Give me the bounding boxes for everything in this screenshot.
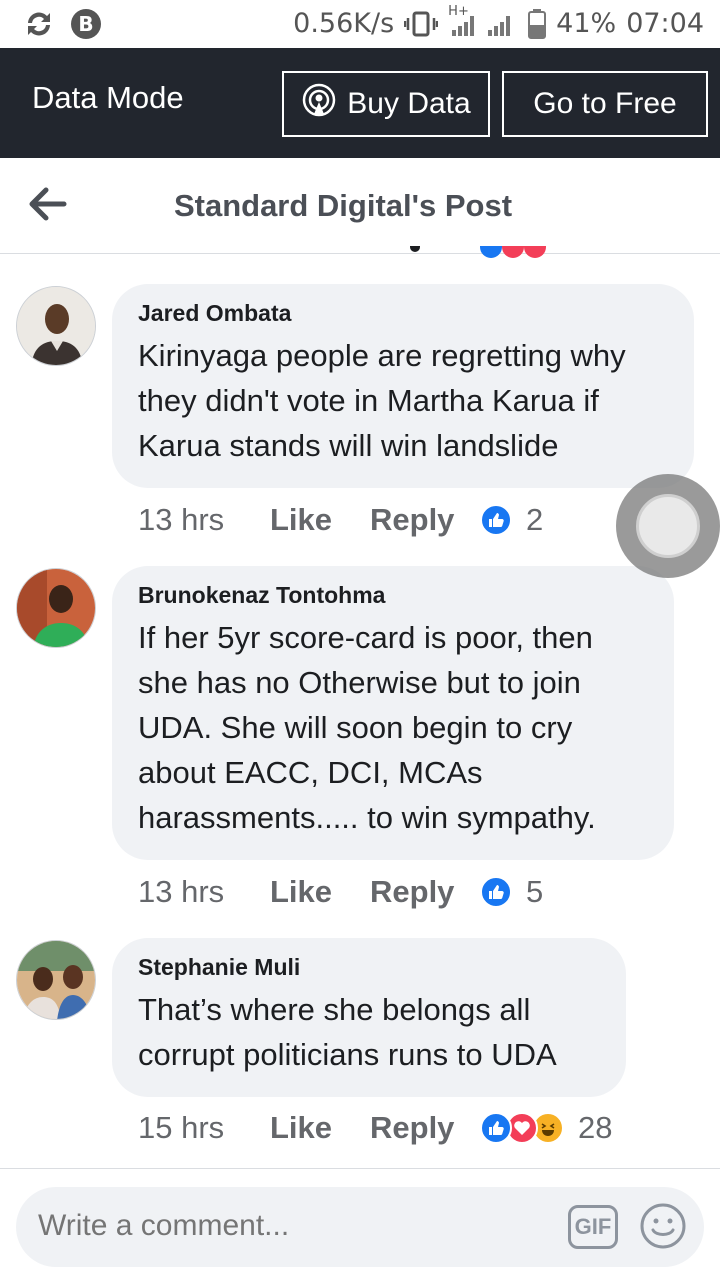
comment-input[interactable] (38, 1209, 538, 1243)
battery-level: 41% (556, 8, 617, 39)
reactions[interactable] (480, 504, 512, 536)
gif-button[interactable]: GIF (568, 1205, 618, 1249)
page-title: Standard Digital's Post (173, 188, 513, 223)
comment-bubble[interactable]: Brunokenaz Tontohma If her 5yr score-car… (112, 566, 674, 860)
reactions[interactable] (480, 876, 512, 908)
like-reaction-icon (480, 876, 512, 908)
network-type: H+ (448, 3, 469, 19)
go-to-free-button[interactable]: Go to Free (502, 71, 708, 137)
like-reaction-icon (480, 1112, 512, 1144)
signal-icon: H+ (448, 4, 518, 38)
reply-button[interactable]: Reply (370, 1110, 480, 1146)
buy-data-button[interactable]: Buy Data (282, 71, 490, 137)
comment-bubble[interactable]: Stephanie Muli That’s where she belongs … (112, 938, 626, 1097)
reply-button[interactable]: Reply (370, 874, 480, 910)
comment-bubble[interactable]: Jared Ombata Kirinyaga people are regret… (112, 284, 694, 488)
comment-author[interactable]: Brunokenaz Tontohma (138, 582, 648, 609)
reaction-count: 5 (526, 874, 544, 909)
sync-icon (22, 9, 56, 39)
comment-actions: 15 hrs Like Reply 28 (138, 1110, 612, 1146)
comment-text: If her 5yr score-card is poor, then she … (138, 620, 596, 835)
comment-text: Kirinyaga people are regretting why they… (138, 338, 626, 463)
like-reaction-icon (480, 504, 512, 536)
broadcast-icon (301, 82, 337, 126)
bitcoin-icon: B (70, 8, 102, 40)
comment-actions: 13 hrs Like Reply 2 (138, 502, 543, 538)
comment-input-container[interactable]: GIF (16, 1187, 704, 1267)
go-to-free-label: Go to Free (533, 87, 677, 120)
comment-author[interactable]: Jared Ombata (138, 300, 668, 327)
assistive-touch-inner (636, 494, 700, 558)
emoji-icon[interactable] (638, 1201, 688, 1251)
data-mode-label: Data Mode (32, 80, 184, 115)
status-bar: B 0.56K/s H+ 41% 07:04 (0, 0, 720, 48)
reactions[interactable] (480, 1112, 564, 1144)
avatar[interactable] (16, 286, 96, 366)
reaction-count: 2 (526, 502, 544, 537)
like-button[interactable]: Like (270, 1110, 370, 1146)
reaction-count: 28 (578, 1110, 613, 1145)
comment-author[interactable]: Stephanie Muli (138, 954, 600, 981)
comment-actions: 13 hrs Like Reply 5 (138, 874, 543, 910)
assistive-touch-button[interactable] (616, 474, 720, 578)
like-button[interactable]: Like (270, 502, 370, 538)
comment-composer: GIF (0, 1168, 720, 1280)
post-header: Standard Digital's Post (0, 158, 720, 254)
clock: 07:04 (626, 8, 704, 39)
battery-icon (528, 8, 547, 39)
comment-time: 13 hrs (138, 874, 225, 909)
comment-text: That’s where she belongs all corrupt pol… (138, 992, 557, 1072)
like-button[interactable]: Like (270, 874, 370, 910)
buy-data-label: Buy Data (347, 87, 471, 120)
avatar[interactable] (16, 940, 96, 1020)
comment-time: 13 hrs (138, 502, 225, 537)
comment-time: 15 hrs (138, 1110, 225, 1145)
svg-text:B: B (78, 12, 93, 36)
vibrate-icon (404, 10, 439, 38)
previous-comment-peek (410, 246, 546, 258)
avatar[interactable] (16, 568, 96, 648)
data-mode-bar: Data Mode Buy Data Go to Free (0, 48, 720, 158)
reply-button[interactable]: Reply (370, 502, 480, 538)
net-speed: 0.56K/s (293, 8, 395, 39)
